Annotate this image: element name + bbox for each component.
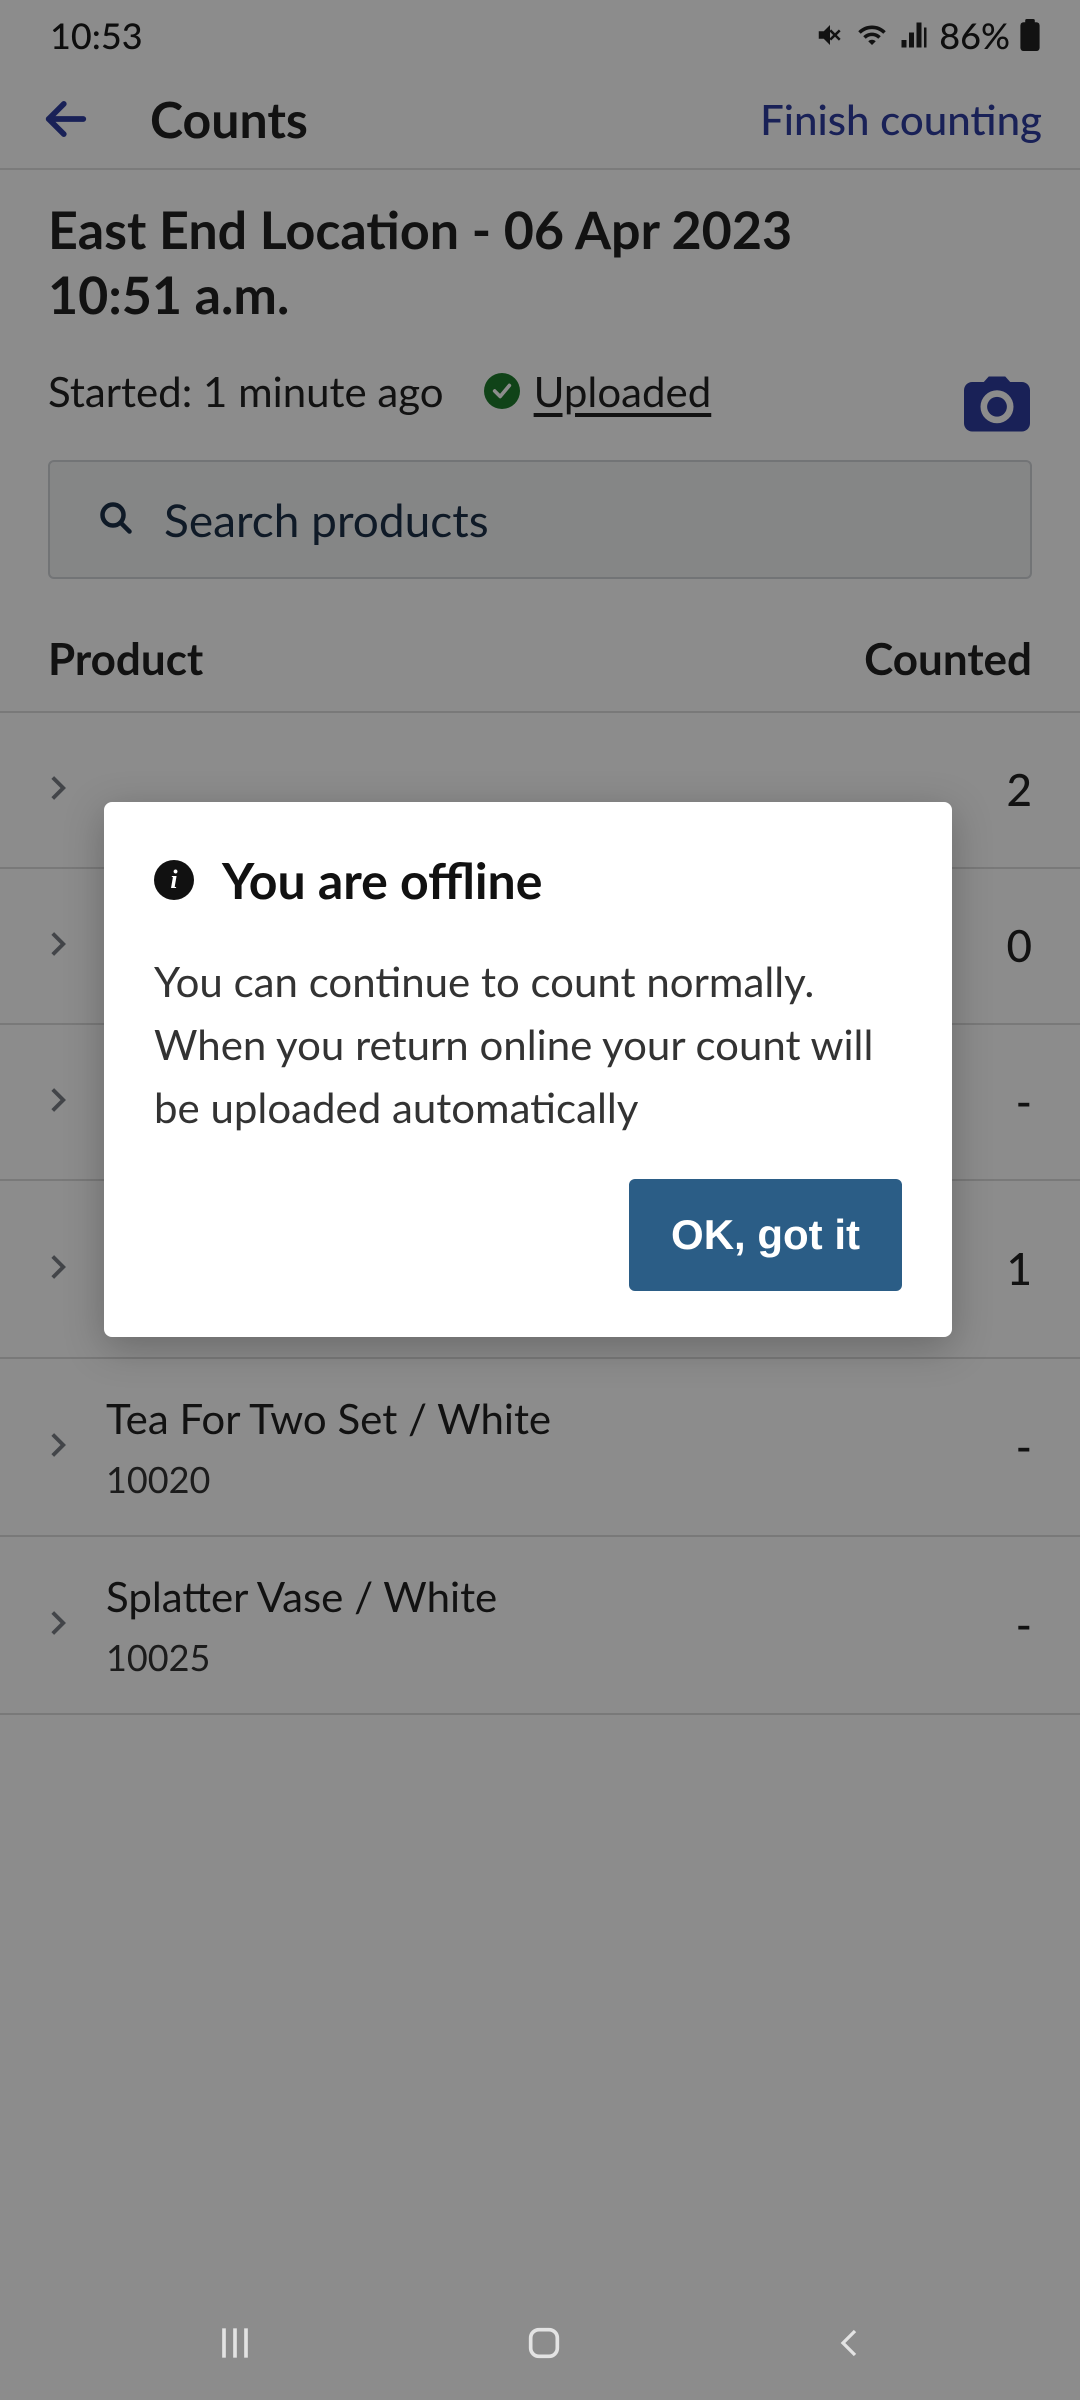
dialog-body: You can continue to count normally. When… [154,950,902,1139]
home-icon[interactable] [524,2323,564,2367]
info-icon: i [154,860,194,900]
dialog-header: i You are offline [154,850,902,910]
android-navbar [0,2290,1080,2400]
offline-dialog: i You are offline You can continue to co… [104,802,952,1337]
ok-button[interactable]: OK, got it [629,1179,902,1291]
recents-icon[interactable] [213,2321,257,2369]
dialog-title: You are offline [222,850,542,910]
screen: 10:53 86% Counts Finish counting East En… [0,0,1080,2400]
dialog-actions: OK, got it [154,1179,902,1291]
back-icon[interactable] [831,2323,867,2367]
